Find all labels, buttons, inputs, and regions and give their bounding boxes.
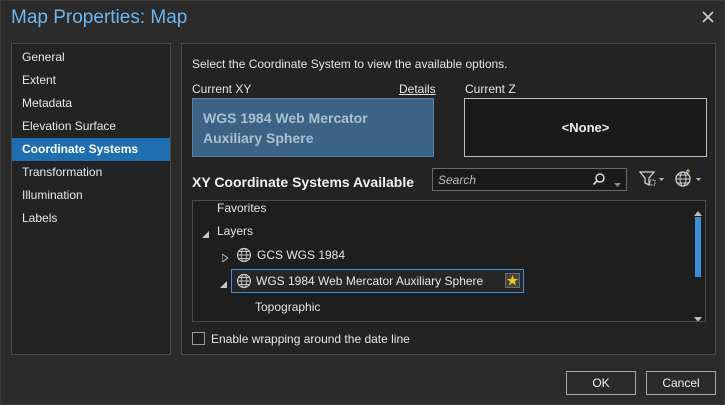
current-z-value: <None> <box>561 120 610 135</box>
current-xy-label: Current XY <box>192 82 252 96</box>
sidebar-item-elevation-surface[interactable]: Elevation Surface <box>12 115 170 138</box>
wrap-dateline-label[interactable]: Enable wrapping around the date line <box>211 332 410 346</box>
chevron-down-icon[interactable] <box>614 177 621 191</box>
favorite-star-icon[interactable] <box>505 273 520 288</box>
sidebar-nav: General Extent Metadata Elevation Surfac… <box>12 44 170 230</box>
tree-item-web-mercator-selected[interactable]: WGS 1984 Web Mercator Auxiliary Sphere <box>231 269 524 293</box>
instruction-text: Select the Coordinate System to view the… <box>192 57 508 71</box>
tree-scrollbar[interactable] <box>691 201 705 321</box>
current-xy-box: WGS 1984 Web Mercator Auxiliary Sphere <box>192 98 434 157</box>
sidebar-item-transformation[interactable]: Transformation <box>12 161 170 184</box>
coordinate-systems-panel: Select the Coordinate System to view the… <box>181 43 716 355</box>
search-icon[interactable] <box>592 172 606 189</box>
map-properties-dialog: Map Properties: Map General Extent Metad… <box>0 0 725 405</box>
search-box <box>432 168 627 191</box>
globe-add-icon <box>675 169 701 187</box>
tree-item-favorites[interactable]: Favorites <box>217 201 266 218</box>
scroll-down-icon[interactable] <box>694 311 702 321</box>
sidebar-item-metadata[interactable]: Metadata <box>12 92 170 115</box>
filter-button[interactable] <box>638 169 666 189</box>
globe-icon <box>236 247 252 266</box>
sidebar-item-extent[interactable]: Extent <box>12 69 170 92</box>
search-input[interactable] <box>433 169 593 190</box>
sidebar-item-labels[interactable]: Labels <box>12 207 170 230</box>
tree-item-layers[interactable]: Layers <box>217 221 253 241</box>
coordinate-system-tree: Favorites Layers GCS WGS 1984 WGS 1984 W… <box>192 200 706 322</box>
close-button[interactable] <box>700 9 716 25</box>
title-bar: Map Properties: Map <box>1 1 724 35</box>
details-link[interactable]: Details <box>399 82 436 96</box>
sidebar-item-general[interactable]: General <box>12 46 170 69</box>
close-icon <box>702 11 714 23</box>
add-coordinate-system-button[interactable] <box>674 169 704 189</box>
sidebar-item-coordinate-systems[interactable]: Coordinate Systems <box>12 138 170 161</box>
sidebar-item-illumination[interactable]: Illumination <box>12 184 170 207</box>
dialog-title: Map Properties: Map <box>11 7 188 28</box>
scroll-thumb[interactable] <box>695 217 701 277</box>
current-z-label: Current Z <box>465 82 516 96</box>
filter-icon <box>638 171 664 187</box>
tree-item-label: WGS 1984 Web Mercator Auxiliary Sphere <box>256 274 484 288</box>
current-z-box[interactable]: <None> <box>464 98 707 157</box>
tree-item-gcs-wgs-1984[interactable]: GCS WGS 1984 <box>257 245 345 265</box>
expanded-arrow-icon[interactable] <box>202 227 209 241</box>
expanded-arrow-icon[interactable] <box>220 277 227 291</box>
available-heading: XY Coordinate Systems Available <box>192 174 415 190</box>
ok-button[interactable]: OK <box>566 371 636 395</box>
cancel-button[interactable]: Cancel <box>646 371 716 395</box>
globe-icon <box>236 273 252 292</box>
collapsed-arrow-icon[interactable] <box>221 251 229 265</box>
sidebar: General Extent Metadata Elevation Surfac… <box>11 43 171 355</box>
tree-item-topographic[interactable]: Topographic <box>255 297 320 317</box>
current-xy-value: WGS 1984 Web Mercator Auxiliary Sphere <box>203 110 368 146</box>
wrap-dateline-checkbox[interactable] <box>192 332 205 345</box>
